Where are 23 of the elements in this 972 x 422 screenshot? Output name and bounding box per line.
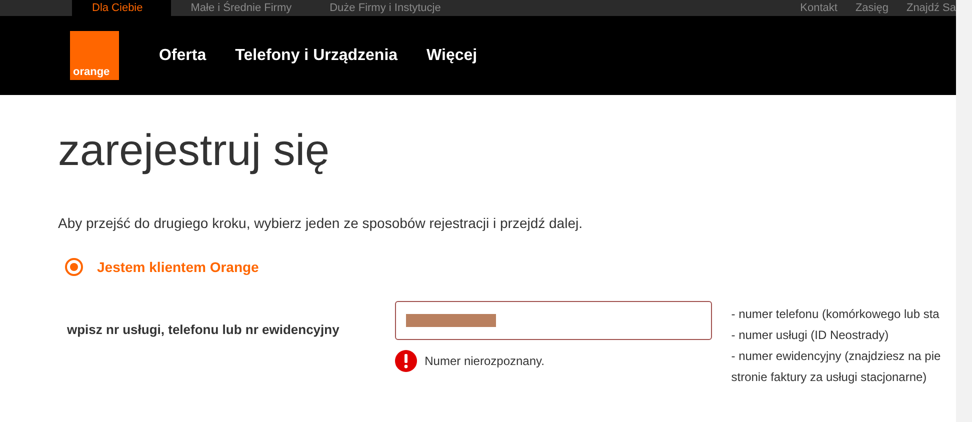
radio-button[interactable]	[65, 258, 83, 276]
segment-tab[interactable]: Dla Ciebie	[72, 0, 171, 16]
top-link[interactable]: Znajdź Sa	[906, 0, 956, 16]
help-text: - numer usługi (ID Neostrady)	[731, 327, 890, 344]
radio-option[interactable]: Jestem klientem Orange	[65, 258, 956, 276]
nav-link[interactable]: Telefony i Urządzenia	[235, 46, 398, 64]
error-message: Numer nierozpoznany.	[424, 354, 544, 368]
nav-link[interactable]: Oferta	[159, 46, 206, 64]
error-icon	[394, 350, 417, 372]
intro-text: Aby przejść do drugiego kroku, wybierz jeden ze sposobów rejestracji i przejdź dalej.	[58, 215, 584, 231]
top-link[interactable]: Kontakt	[800, 0, 838, 16]
nav-link[interactable]: Więcej	[426, 46, 478, 64]
help-text: - numer ewidencyjny (znajdziesz na pie	[731, 348, 942, 365]
page-title: zarejestruj się	[58, 125, 330, 177]
logo[interactable]: orange	[70, 30, 119, 80]
segment-tab[interactable]: Małe i Średnie Firmy	[170, 0, 310, 16]
input-field[interactable]	[394, 301, 712, 340]
segment-tab[interactable]: Duże Firmy i Instytucje	[310, 0, 459, 16]
help-text: stronie faktury za usługi stacjonarne)	[731, 369, 928, 386]
field-label: wpisz nr usługi, telefonu lub nr ewidencyjny	[66, 321, 340, 339]
option-label: Jestem klientem Orange	[97, 259, 259, 275]
top-link[interactable]: Zasięg	[855, 0, 888, 16]
help-text: - numer telefonu (komórkowego lub sta	[731, 306, 940, 323]
